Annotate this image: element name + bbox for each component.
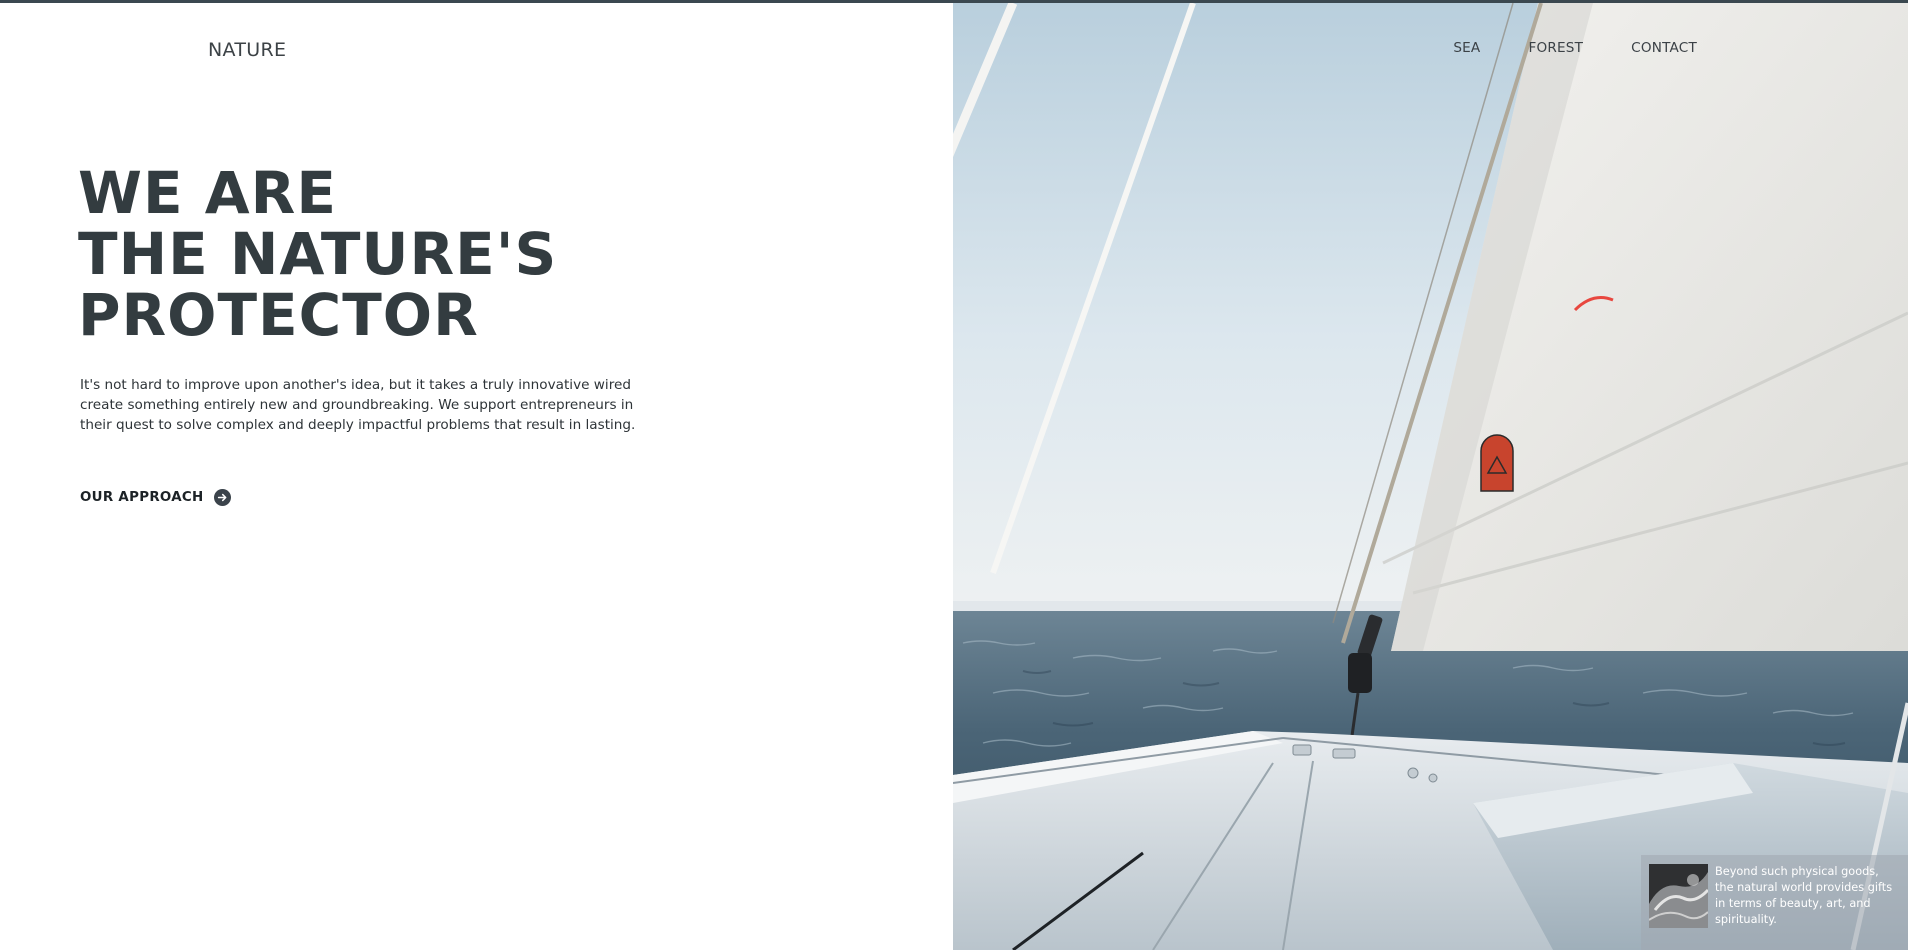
main-nav: SEA FOREST CONTACT [1453,40,1697,56]
headline-line-3: PROTECTOR [78,281,479,349]
info-card: Beyond such physical goods, the natural … [1641,855,1908,950]
our-approach-link[interactable]: OUR APPROACH [80,489,231,506]
nav-item-contact[interactable]: CONTACT [1631,40,1697,56]
arrow-right-circle-icon [213,489,231,506]
page-title: WE ARE THE NATURE'S PROTECTOR [78,163,557,346]
logo[interactable]: NATURE [208,39,286,61]
wave-thumbnail [1649,864,1708,928]
info-card-text: Beyond such physical goods, the natural … [1715,865,1893,926]
our-approach-label: OUR APPROACH [80,490,204,505]
headline-line-2: THE NATURE'S [78,220,558,288]
headline-line-1: WE ARE [78,159,337,227]
intro-paragraph: It's not hard to improve upon another's … [80,377,636,433]
hero-image-sailboat [953,3,1908,950]
hero-content: NATURE WE ARE THE NATURE'S PROTECTOR It'… [0,3,953,950]
top-strip [0,0,1908,3]
nav-item-forest[interactable]: FOREST [1528,40,1583,56]
nav-item-sea[interactable]: SEA [1453,40,1480,56]
